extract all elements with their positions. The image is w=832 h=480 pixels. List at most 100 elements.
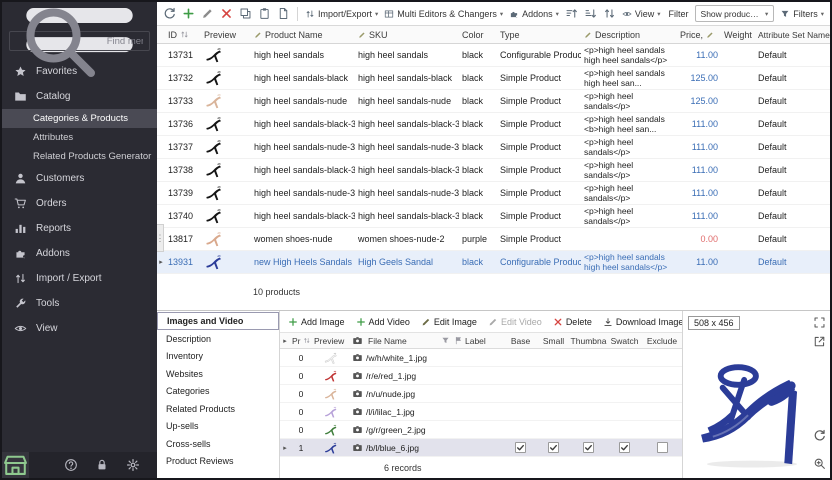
tab-categories[interactable]: Categories <box>157 383 279 401</box>
image-row-3[interactable]: 0/n/u/nude.jpg <box>280 385 682 403</box>
image-row-4[interactable]: 0/l/i/lilac_1.jpg <box>280 403 682 421</box>
add-product-icon[interactable] <box>182 7 195 20</box>
product-row-13817[interactable]: 13817women shoes-nudewomen shoes-nude-2p… <box>157 228 830 251</box>
image-size-field[interactable]: 508 x 456 <box>688 316 740 330</box>
edit-image-button[interactable]: Edit Image <box>421 317 477 327</box>
col-label[interactable]: Label <box>452 333 504 348</box>
col-exclude[interactable]: Exclude <box>642 333 682 348</box>
image-swatch-checkbox[interactable] <box>607 385 642 402</box>
import-export-menu[interactable]: Import/Export ▾ <box>305 9 378 19</box>
checkbox[interactable] <box>657 442 668 453</box>
add-video-button[interactable]: Add Video <box>356 317 410 327</box>
image-row-5[interactable]: 0/g/r/green_2.jpg <box>280 421 682 439</box>
image-base-checkbox[interactable] <box>504 349 537 366</box>
product-row-13731[interactable]: 13731high heel sandalshigh heel sandalsb… <box>157 44 830 67</box>
edit-video-button[interactable]: Edit Video <box>488 317 542 327</box>
image-small-checkbox[interactable] <box>537 385 570 402</box>
product-row-13737[interactable]: 13737high heel sandals-nude-36high heel … <box>157 136 830 159</box>
sidebar-item-categories-products[interactable]: Categories & Products <box>2 109 157 128</box>
tab-cross-sells[interactable]: Cross-sells <box>157 435 279 453</box>
document-icon[interactable] <box>277 7 290 20</box>
download-image-button[interactable]: Download Image <box>603 317 682 327</box>
view-menu[interactable]: View ▾ <box>622 9 661 19</box>
col-swatch[interactable]: Swatch <box>607 333 642 348</box>
image-thumbnail-checkbox[interactable] <box>570 367 607 384</box>
col-file-name[interactable]: File Name <box>350 333 452 348</box>
image-thumbnail-checkbox[interactable] <box>570 349 607 366</box>
multi-editors-menu[interactable]: Multi Editors & Changers ▾ <box>384 9 503 19</box>
product-row-13736[interactable]: 13736high heel sandals-black-36high heel… <box>157 113 830 136</box>
help-icon[interactable] <box>64 458 78 472</box>
image-small-checkbox[interactable] <box>537 439 570 456</box>
col-priority[interactable]: Pr <box>290 333 312 348</box>
tab-websites[interactable]: Websites <box>157 365 279 383</box>
col-color[interactable]: Color <box>459 26 497 43</box>
sidebar-item-orders[interactable]: Orders <box>2 191 157 216</box>
tab-images-and-video[interactable]: Images and Video <box>157 312 279 330</box>
col-price[interactable]: Price, <box>677 26 721 43</box>
addons-menu[interactable]: Addons ▾ <box>509 9 559 19</box>
sort-asc-icon[interactable] <box>565 7 578 20</box>
image-exclude-checkbox[interactable] <box>642 439 682 456</box>
refresh-icon[interactable] <box>163 7 176 20</box>
product-row-13733[interactable]: 13733high heel sandals-nudehigh heel san… <box>157 90 830 113</box>
image-base-checkbox[interactable] <box>504 421 537 438</box>
tab-description[interactable]: Description <box>157 330 279 348</box>
col-id[interactable]: ID <box>165 26 201 43</box>
category-filter-select[interactable]: Show products from selected categories ▾ <box>695 5 775 22</box>
image-base-checkbox[interactable] <box>504 385 537 402</box>
filters-menu[interactable]: Filters ▾ <box>780 9 824 19</box>
sort-updown-icon[interactable] <box>603 7 616 20</box>
image-exclude-checkbox[interactable] <box>642 367 682 384</box>
sidebar-item-related-products-generator[interactable]: Related Products Generator <box>2 147 157 166</box>
sidebar-item-favorites[interactable]: Favorites <box>2 59 157 84</box>
image-base-checkbox[interactable] <box>504 403 537 420</box>
col-base[interactable]: Base <box>504 333 537 348</box>
image-small-checkbox[interactable] <box>537 421 570 438</box>
sidebar-item-catalog[interactable]: Catalog <box>2 84 157 109</box>
delete-image-button[interactable]: Delete <box>553 317 592 327</box>
fullscreen-icon[interactable] <box>813 316 826 329</box>
col-image-preview[interactable]: Preview <box>312 333 350 348</box>
tab-inventory[interactable]: Inventory <box>157 348 279 366</box>
image-small-checkbox[interactable] <box>537 349 570 366</box>
image-swatch-checkbox[interactable] <box>607 421 642 438</box>
checkbox[interactable] <box>619 442 630 453</box>
image-row-6[interactable]: ▸1/b/l/blue_6.jpg <box>280 439 682 457</box>
product-row-13931[interactable]: ▸13931new High Heels SandalsHigh Geels S… <box>157 251 830 274</box>
image-small-checkbox[interactable] <box>537 403 570 420</box>
col-type[interactable]: Type <box>497 26 581 43</box>
store-icon[interactable] <box>2 452 29 478</box>
sidebar-item-import-export[interactable]: Import / Export <box>2 266 157 291</box>
col-description[interactable]: Description <box>581 26 677 43</box>
sidebar-item-customers[interactable]: Customers <box>2 166 157 191</box>
image-swatch-checkbox[interactable] <box>607 439 642 456</box>
image-swatch-checkbox[interactable] <box>607 349 642 366</box>
tab-product-reviews[interactable]: Product Reviews <box>157 453 279 471</box>
sidebar-item-reports[interactable]: Reports <box>2 216 157 241</box>
product-row-13738[interactable]: 13738high heel sandals-black-37high heel… <box>157 159 830 182</box>
sidebar-search[interactable] <box>9 31 150 51</box>
image-small-checkbox[interactable] <box>537 367 570 384</box>
image-exclude-checkbox[interactable] <box>642 385 682 402</box>
image-exclude-checkbox[interactable] <box>642 421 682 438</box>
col-small[interactable]: Small <box>537 333 570 348</box>
panel-splitter[interactable]: ⋮ <box>157 224 164 252</box>
image-row-2[interactable]: 0/r/e/red_1.jpg <box>280 367 682 385</box>
open-external-icon[interactable] <box>813 335 826 348</box>
tab-up-sells[interactable]: Up-sells <box>157 418 279 436</box>
col-attribute-set[interactable]: Attribute Set Name <box>755 26 830 43</box>
image-base-checkbox[interactable] <box>504 367 537 384</box>
gear-icon[interactable] <box>126 458 140 472</box>
search-input[interactable] <box>107 36 143 47</box>
tab-related-products[interactable]: Related Products <box>157 400 279 418</box>
col-weight[interactable]: Weight <box>721 26 755 43</box>
sidebar-item-addons[interactable]: Addons <box>2 241 157 266</box>
image-thumbnail-checkbox[interactable] <box>570 403 607 420</box>
edit-product-icon[interactable] <box>201 7 214 20</box>
image-exclude-checkbox[interactable] <box>642 403 682 420</box>
delete-product-icon[interactable] <box>220 7 233 20</box>
col-thumbnail[interactable]: Thumbna <box>570 333 607 348</box>
image-thumbnail-checkbox[interactable] <box>570 421 607 438</box>
col-sku[interactable]: SKU <box>355 26 459 43</box>
